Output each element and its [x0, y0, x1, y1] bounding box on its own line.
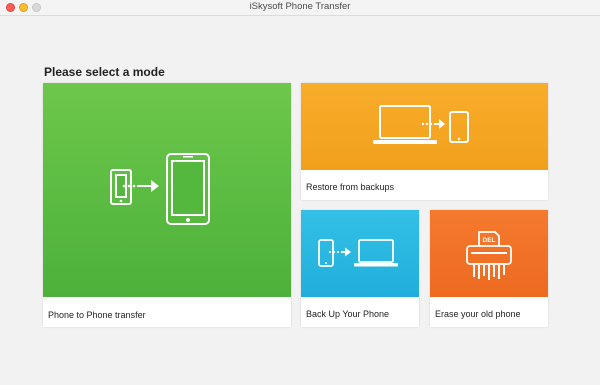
back-up-your-phone-card[interactable]: Back Up Your Phone: [301, 210, 419, 327]
erase-tile: DEL: [430, 210, 548, 297]
phone-to-laptop-icon: [318, 238, 398, 267]
erase-your-old-phone-card[interactable]: DEL Erase your old phone: [430, 210, 548, 327]
shredder-icon: DEL: [466, 230, 512, 280]
restore-label: Restore from backups: [306, 182, 395, 192]
window-title: iSkysoft Phone Transfer: [249, 1, 351, 12]
erase-label: Erase your old phone: [435, 309, 521, 319]
backup-tile: [301, 210, 419, 297]
phone-to-phone-icon: [110, 153, 210, 225]
phone-to-phone-transfer-card[interactable]: Phone to Phone transfer: [43, 83, 291, 327]
laptop-to-phone-icon: [372, 104, 469, 144]
title-bar: iSkysoft Phone Transfer: [0, 0, 600, 16]
restore-from-backups-card[interactable]: Restore from backups: [301, 83, 548, 200]
phone-to-phone-tile: [43, 83, 291, 297]
phone-to-phone-label: Phone to Phone transfer: [48, 310, 146, 320]
del-badge: DEL: [483, 237, 496, 244]
backup-label: Back Up Your Phone: [306, 309, 390, 319]
restore-tile: [301, 83, 548, 170]
page-heading: Please select a mode: [44, 65, 165, 79]
